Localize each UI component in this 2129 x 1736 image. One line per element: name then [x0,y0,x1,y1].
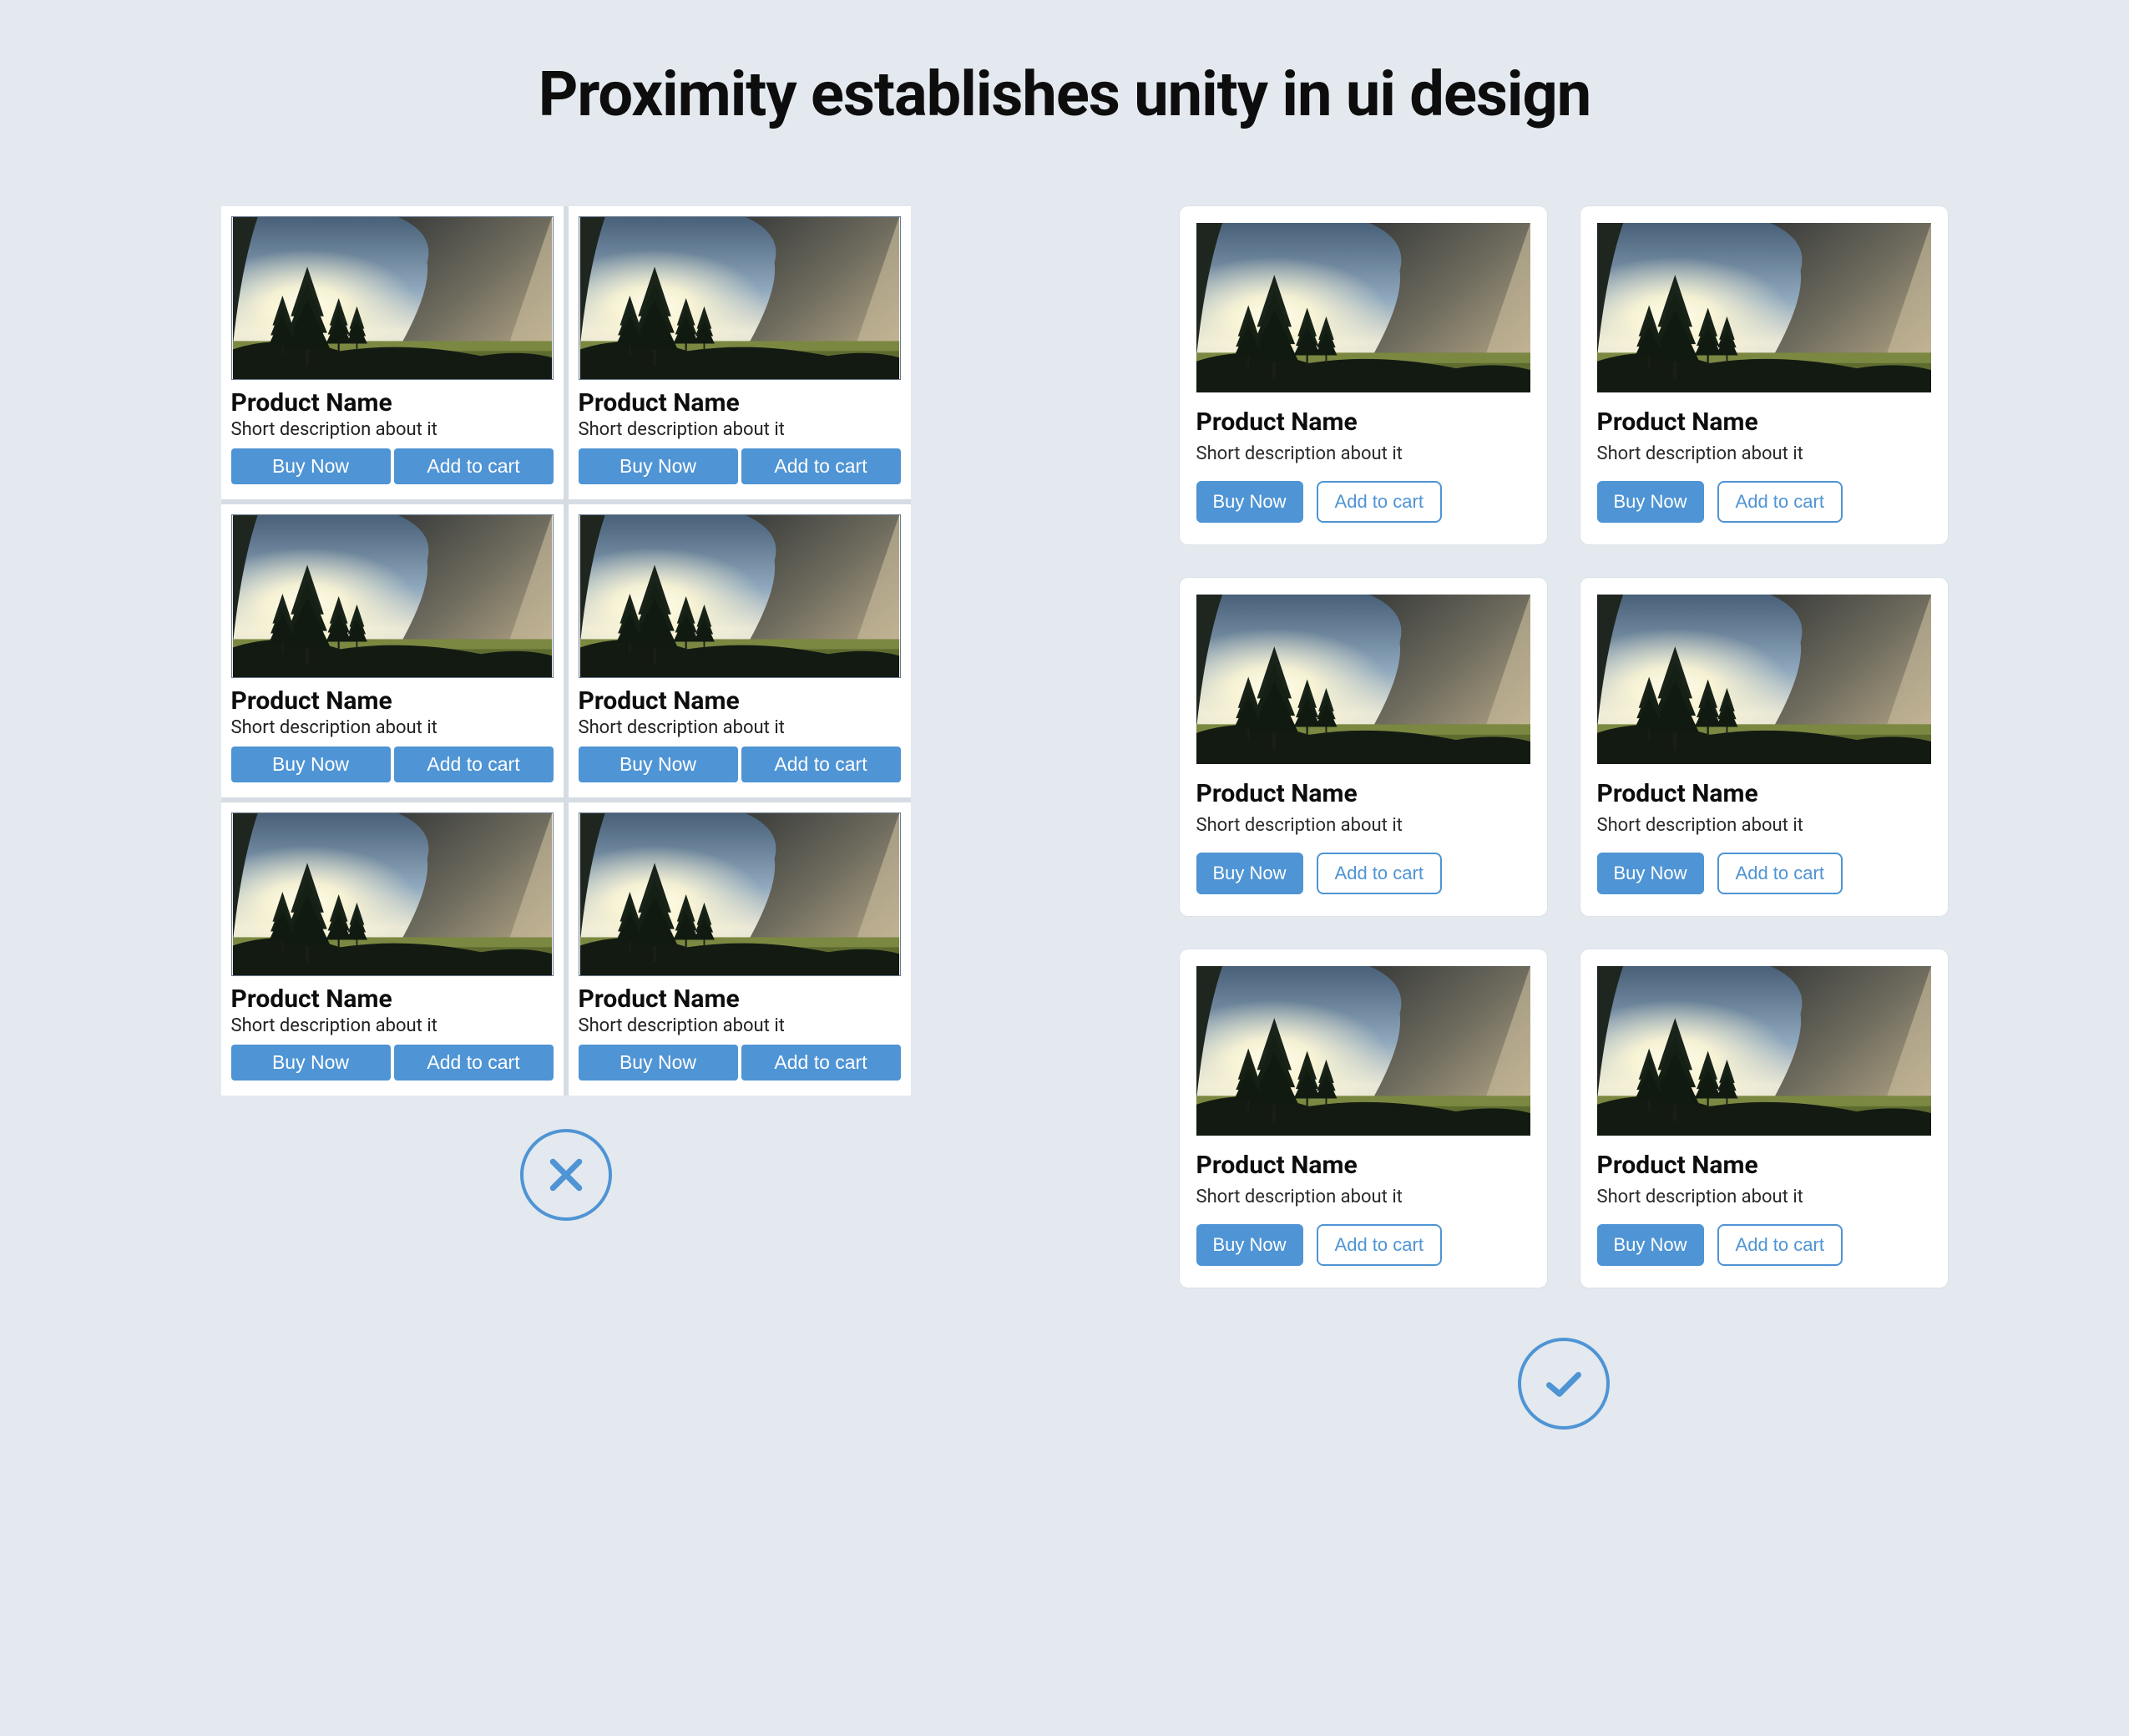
product-image [1196,966,1530,1136]
check-icon [1518,1338,1610,1430]
good-example-column: Product Name Short description about it … [1123,206,2004,1430]
product-image [579,812,901,976]
add-to-cart-button[interactable]: Add to cart [1717,853,1843,894]
buy-now-button[interactable]: Buy Now [231,448,391,484]
product-card: Product Name Short description about it … [221,504,564,797]
product-image [1597,966,1931,1136]
product-description: Short description about it [1196,443,1530,464]
add-to-cart-button[interactable]: Add to cart [741,448,901,484]
product-title: Product Name [579,686,901,716]
product-title: Product Name [579,984,901,1014]
add-to-cart-button[interactable]: Add to cart [741,747,901,782]
product-description: Short description about it [579,419,901,440]
buy-now-button[interactable]: Buy Now [1196,853,1303,894]
page-title: Proximity establishes unity in ui design [67,58,2062,131]
product-card: Product Name Short description about it … [569,206,911,499]
buy-now-button[interactable]: Buy Now [1597,853,1704,894]
comparison-columns: Product Name Short description about it … [67,206,2062,1430]
buy-now-button[interactable]: Buy Now [579,448,738,484]
buy-now-button[interactable]: Buy Now [1597,1224,1704,1266]
product-card: Product Name Short description about it … [1580,578,1948,916]
product-image [579,216,901,380]
product-description: Short description about it [1196,1187,1530,1207]
cross-icon [520,1129,612,1221]
buy-now-button[interactable]: Buy Now [1196,1224,1303,1266]
product-image [1597,223,1931,392]
product-title: Product Name [231,984,554,1014]
bad-example-column: Product Name Short description about it … [125,206,1006,1430]
product-image [231,216,554,380]
buy-now-button[interactable]: Buy Now [231,1045,391,1081]
product-card: Product Name Short description about it … [1180,578,1547,916]
add-to-cart-button[interactable]: Add to cart [1317,853,1442,894]
product-description: Short description about it [231,717,554,738]
add-to-cart-button[interactable]: Add to cart [1317,1224,1442,1266]
bad-grid: Product Name Short description about it … [221,206,911,1096]
add-to-cart-button[interactable]: Add to cart [1717,1224,1843,1266]
product-description: Short description about it [1597,815,1931,836]
product-title: Product Name [231,388,554,418]
product-card: Product Name Short description about it … [569,504,911,797]
buy-now-button[interactable]: Buy Now [1196,481,1303,523]
buy-now-button[interactable]: Buy Now [1597,481,1704,523]
product-description: Short description about it [1597,1187,1931,1207]
buy-now-button[interactable]: Buy Now [579,747,738,782]
product-card: Product Name Short description about it … [1180,949,1547,1288]
product-description: Short description about it [231,1015,554,1036]
product-description: Short description about it [579,717,901,738]
product-image [579,514,901,678]
buy-now-button[interactable]: Buy Now [579,1045,738,1081]
product-card: Product Name Short description about it … [569,802,911,1096]
product-title: Product Name [1196,1151,1530,1180]
product-title: Product Name [1597,779,1931,808]
product-image [1597,595,1931,764]
product-description: Short description about it [1597,443,1931,464]
product-title: Product Name [231,686,554,716]
add-to-cart-button[interactable]: Add to cart [394,747,554,782]
product-card: Product Name Short description about it … [221,802,564,1096]
product-image [1196,223,1530,392]
product-title: Product Name [579,388,901,418]
product-card: Product Name Short description about it … [1580,949,1948,1288]
product-title: Product Name [1597,407,1931,437]
product-card: Product Name Short description about it … [1180,206,1547,544]
product-image [231,514,554,678]
buy-now-button[interactable]: Buy Now [231,747,391,782]
product-description: Short description about it [1196,815,1530,836]
add-to-cart-button[interactable]: Add to cart [741,1045,901,1081]
good-grid: Product Name Short description about it … [1180,206,1948,1288]
product-title: Product Name [1597,1151,1931,1180]
add-to-cart-button[interactable]: Add to cart [1317,481,1442,523]
add-to-cart-button[interactable]: Add to cart [394,448,554,484]
product-title: Product Name [1196,407,1530,437]
product-title: Product Name [1196,779,1530,808]
product-image [231,812,554,976]
product-description: Short description about it [231,419,554,440]
product-image [1196,595,1530,764]
product-card: Product Name Short description about it … [1580,206,1948,544]
add-to-cart-button[interactable]: Add to cart [394,1045,554,1081]
product-card: Product Name Short description about it … [221,206,564,499]
product-description: Short description about it [579,1015,901,1036]
add-to-cart-button[interactable]: Add to cart [1717,481,1843,523]
